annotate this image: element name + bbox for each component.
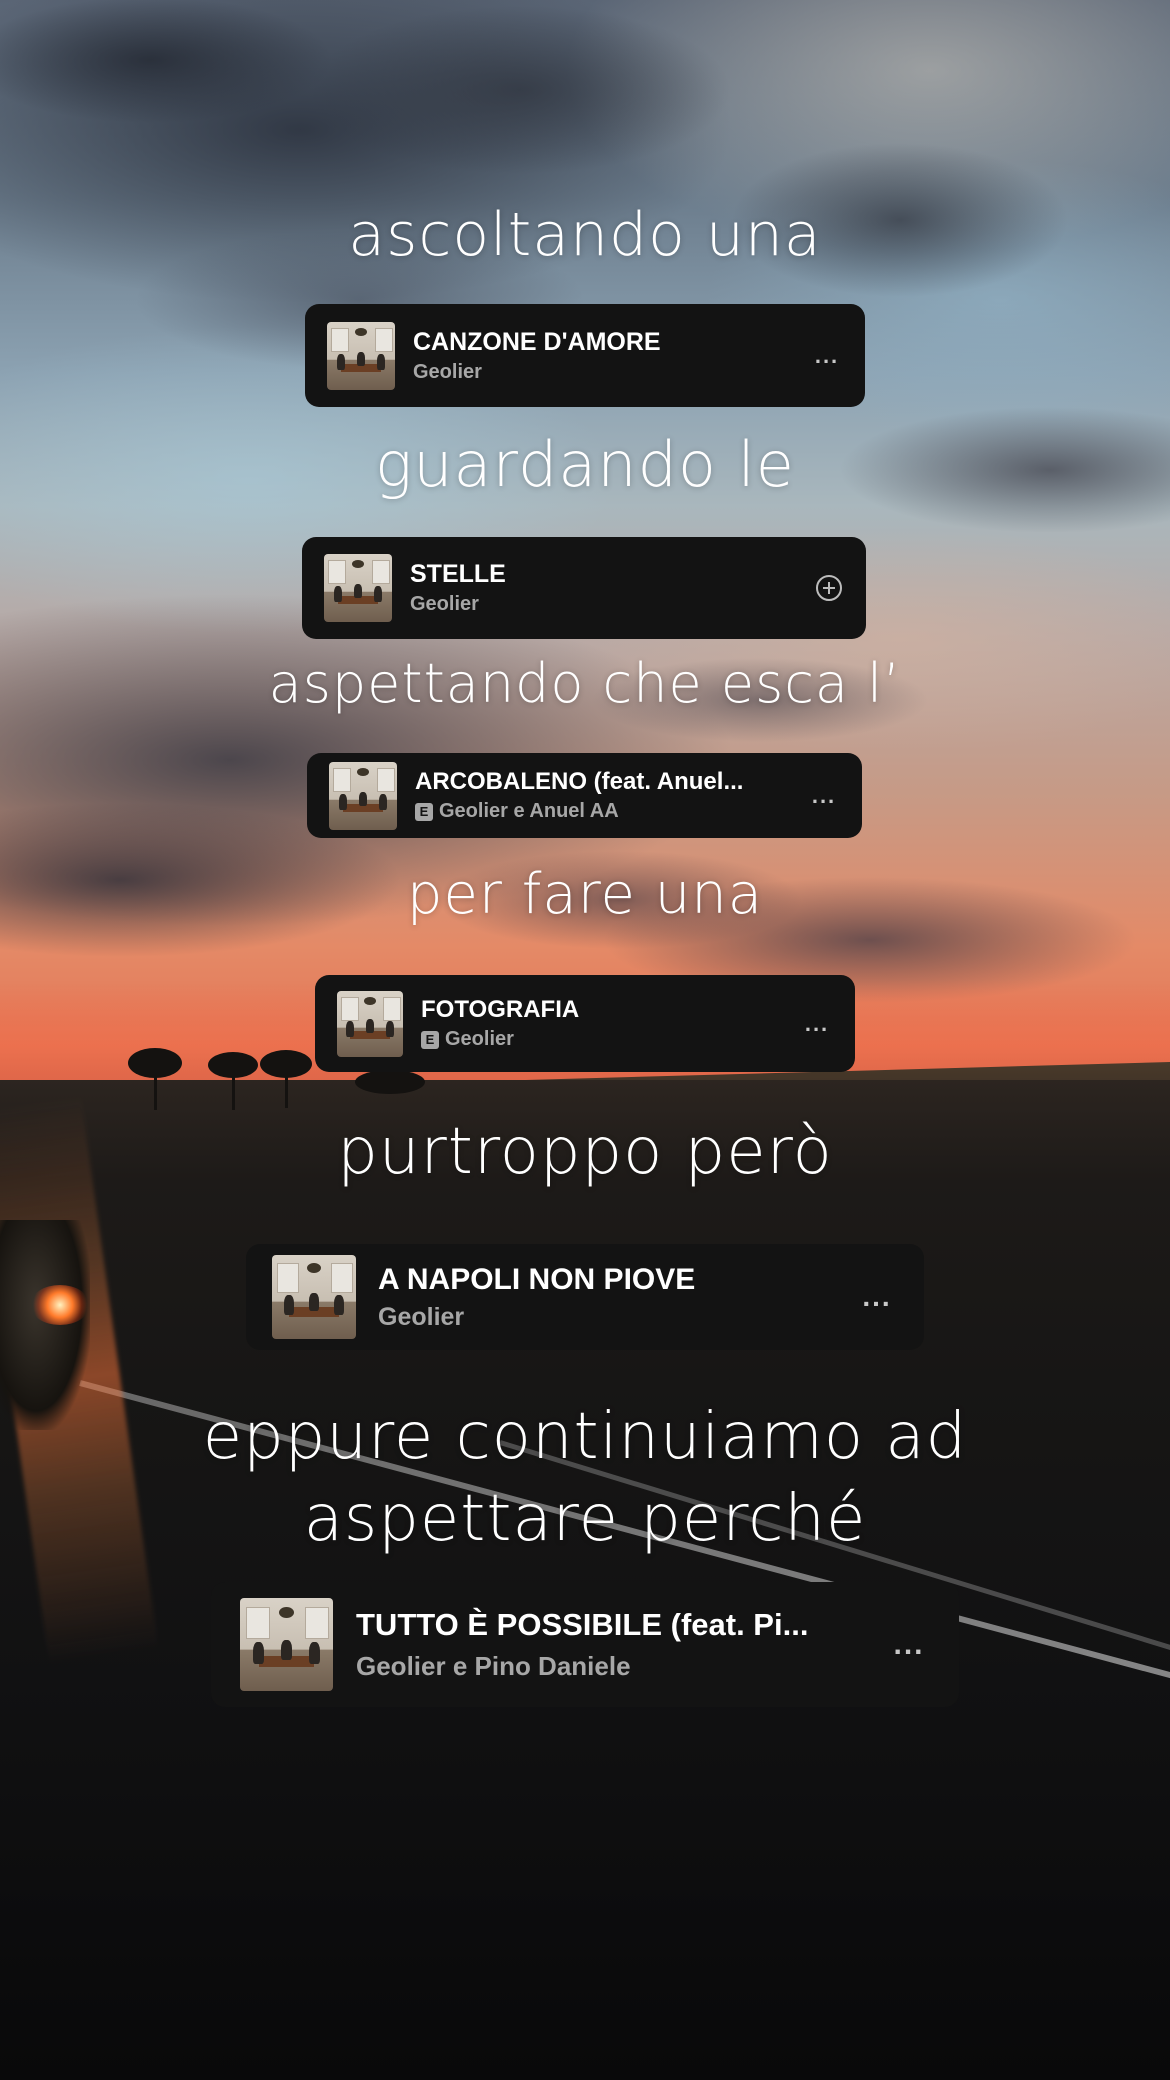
album-art	[329, 761, 397, 830]
song-artist: Geolier	[413, 360, 482, 383]
song-title: A NAPOLI NON PIOVE	[378, 1262, 696, 1296]
tree-trunk	[154, 1070, 157, 1110]
album-art	[324, 554, 392, 622]
caption-3: aspettando che esca l’	[268, 652, 902, 715]
explicit-badge: E	[415, 802, 433, 821]
more-options-icon[interactable]: ...	[807, 343, 847, 369]
caption-7: aspettare perché	[303, 1482, 867, 1556]
song-artist: Geolier	[410, 593, 479, 615]
more-options-icon[interactable]: ...	[797, 1011, 837, 1037]
caption-5: purtroppo però	[337, 1115, 833, 1189]
song-title: TUTTO È POSSIBILE (feat. Pi...	[356, 1607, 809, 1642]
motorcycle-tail-light	[30, 1285, 90, 1325]
song-title: ARCOBALENO (feat. Anuel...	[415, 768, 744, 795]
more-options-icon[interactable]: ...	[881, 1628, 937, 1662]
add-icon[interactable]	[816, 575, 842, 601]
song-artist: Geolier e Anuel AA	[439, 800, 619, 822]
song-card[interactable]: A NAPOLI NON PIOVE Geolier ...	[246, 1244, 924, 1350]
road-ground	[0, 1080, 1170, 2080]
caption-2: guardando le	[375, 428, 795, 501]
song-title: CANZONE D'AMORE	[413, 327, 661, 356]
song-artist: Geolier	[445, 1028, 514, 1050]
song-title: STELLE	[410, 560, 506, 588]
song-card[interactable]: CANZONE D'AMORE Geolier ...	[305, 304, 865, 407]
tree-trunk	[285, 1072, 288, 1108]
song-artist: Geolier	[378, 1302, 465, 1331]
tree-trunk	[232, 1072, 235, 1110]
song-card[interactable]: TUTTO È POSSIBILE (feat. Pi... Geolier e…	[211, 1582, 959, 1707]
caption-6: eppure continuiamo ad	[202, 1400, 968, 1474]
caption-1: ascoltando una	[348, 200, 822, 270]
motorcycle	[0, 1220, 90, 1430]
caption-4: per fare una	[406, 862, 764, 927]
more-options-icon[interactable]: ...	[852, 1281, 902, 1313]
song-card[interactable]: STELLE Geolier	[302, 537, 866, 639]
explicit-badge: E	[421, 1030, 439, 1049]
album-art	[272, 1255, 356, 1339]
album-art	[327, 321, 395, 390]
album-art	[337, 990, 403, 1057]
song-card[interactable]: ARCOBALENO (feat. Anuel... E Geolier e A…	[307, 753, 862, 838]
song-artist: Geolier e Pino Daniele	[356, 1651, 631, 1681]
song-card[interactable]: FOTOGRAFIA E Geolier ...	[315, 975, 855, 1072]
album-art	[240, 1598, 333, 1691]
song-title: FOTOGRAFIA	[421, 996, 580, 1023]
tree	[355, 1070, 425, 1094]
more-options-icon[interactable]: ...	[804, 783, 844, 809]
